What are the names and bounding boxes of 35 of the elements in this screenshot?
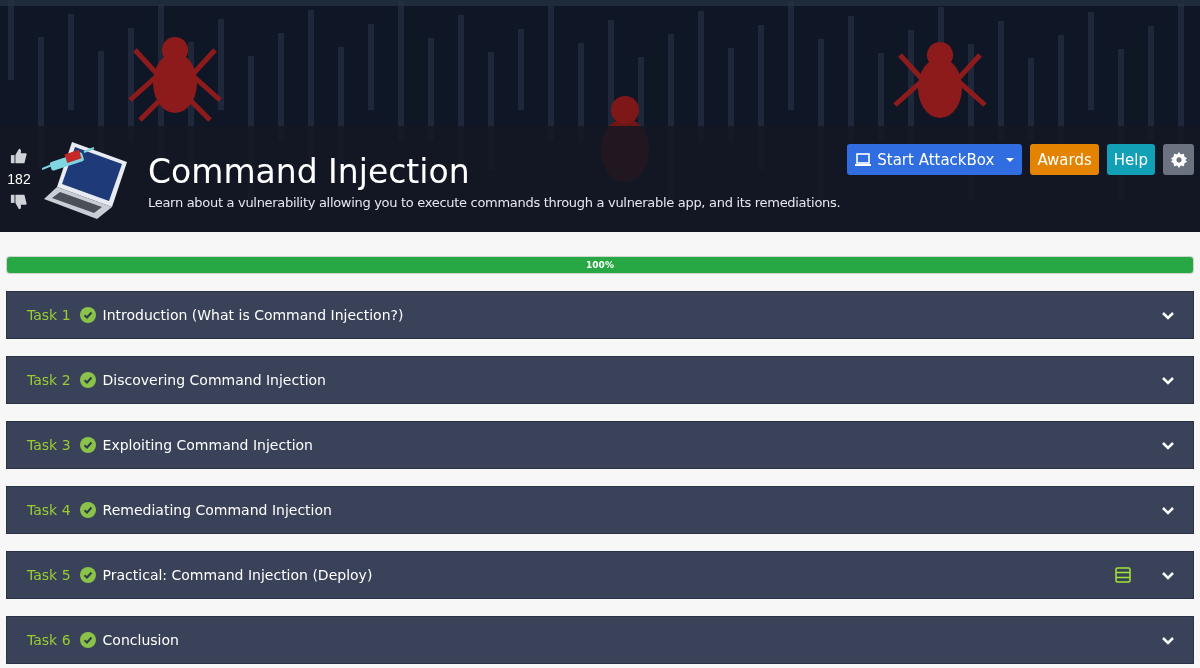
thumbs-down-icon[interactable] — [10, 193, 28, 211]
task-header[interactable]: Task 6 Conclusion — [6, 616, 1194, 664]
task-title: Discovering Command Injection — [102, 372, 326, 388]
thumbs-up-icon[interactable] — [10, 147, 28, 165]
chevron-icon[interactable] — [1161, 635, 1175, 645]
task-title: Practical: Command Injection (Deploy) — [102, 567, 373, 583]
caret-icon — [1005, 156, 1016, 163]
chevron-icon[interactable] — [1161, 310, 1175, 320]
task-title: Introduction (What is Command Injection?) — [102, 307, 404, 323]
task-number: Task 2 — [27, 372, 71, 388]
task-number: Task 6 — [27, 632, 71, 648]
task-title: Remediating Command Injection — [102, 502, 332, 518]
task-number: Task 3 — [27, 437, 71, 453]
task-header[interactable]: Task 4 Remediating Command Injection — [6, 486, 1194, 534]
chevron-icon[interactable] — [1161, 440, 1175, 450]
task-number: Task 1 — [27, 307, 71, 323]
task-title: Conclusion — [102, 632, 179, 648]
room-title: Command Injection — [148, 152, 471, 191]
task-title: Exploiting Command Injection — [102, 437, 313, 453]
task-header[interactable]: Task 5 Practical: Command Injection (Deploy) — [6, 551, 1194, 599]
room-description: Learn about a vulnerability allowing you to execute commands through a vulnerable app, and its remediations. — [148, 195, 841, 210]
task-header[interactable]: Task 1 Introduction (What is Command Injection?) — [6, 291, 1194, 339]
start-attackbox-button[interactable]: Start AttackBox — [847, 144, 1023, 175]
laptop-icon — [854, 152, 873, 167]
task-number: Task 4 — [27, 502, 71, 518]
chevron-icon[interactable] — [1161, 375, 1175, 385]
vote-count: 182 — [7, 171, 31, 187]
settings-button[interactable] — [1163, 144, 1194, 175]
task-number: Task 5 — [27, 567, 71, 583]
chevron-icon[interactable] — [1161, 505, 1175, 515]
task-header[interactable]: Task 3 Exploiting Command Injection — [6, 421, 1194, 469]
task-header[interactable]: Task 2 Discovering Command Injection — [6, 356, 1194, 404]
gear-icon — [1169, 150, 1188, 169]
progress-label: 100% — [586, 260, 614, 270]
chevron-icon[interactable] — [1161, 570, 1175, 580]
